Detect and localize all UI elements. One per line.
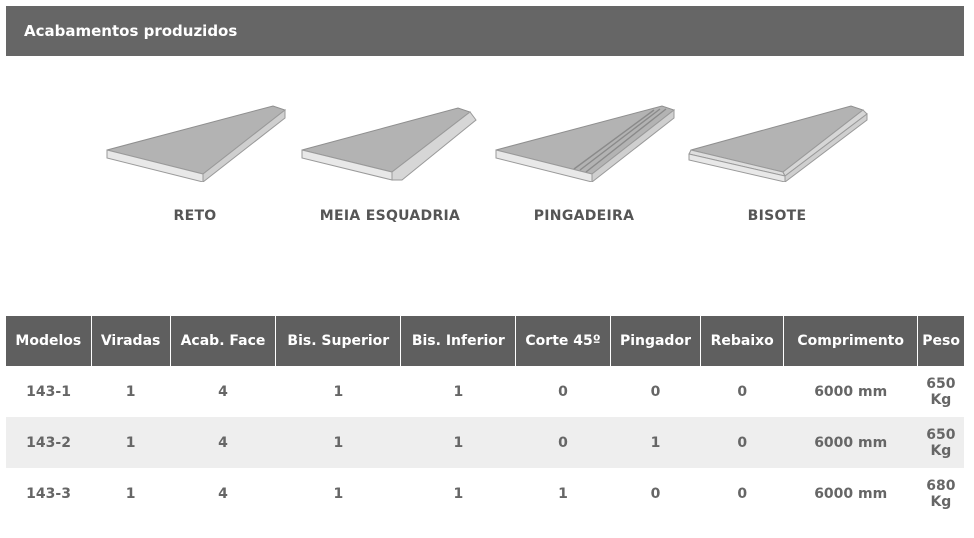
finish-label: BISOTE (747, 208, 807, 224)
column-header-corte-45: Corte 45º (515, 316, 611, 366)
cell-peso: 680 Kg (926, 477, 956, 510)
finish-bisote: BISOTE (677, 82, 877, 224)
cell-peso: 650 Kg (926, 375, 956, 408)
cell-pingador: 1 (610, 417, 701, 468)
cell-rebaixo: 0 (737, 383, 748, 400)
column-header-rebaixo: Rebaixo (700, 316, 785, 366)
cell-viradas: 1 (125, 383, 136, 400)
finish-meia-esquadria: MEIA ESQUADRIA (290, 82, 490, 224)
column-header-acab-face: Acab. Face (170, 316, 277, 366)
finish-label: PINGADEIRA (533, 208, 635, 224)
cell-viradas: 1 (125, 485, 136, 502)
cell-acab-face: 4 (218, 383, 228, 400)
column-header-pingador: Pingador (610, 316, 702, 366)
finish-label: MEIA ESQUADRIA (319, 208, 461, 224)
cell-viradas: 1 (91, 417, 171, 468)
cell-comprimento: 6000 mm (814, 383, 888, 400)
finish-reto: RETO (95, 82, 295, 224)
column-header-modelos: Modelos (6, 316, 92, 366)
cell-pingador: 0 (650, 485, 661, 502)
cell-modelo: 143-2 (6, 417, 92, 468)
cell-bis-inferior: 1 (453, 383, 464, 400)
column-header-bis-superior: Bis. Superior (275, 316, 402, 366)
cell-comprimento: 6000 mm (783, 417, 918, 468)
section-header: Acabamentos produzidos (6, 6, 964, 56)
finish-label: RETO (173, 208, 217, 224)
cell-corte-45: 0 (515, 417, 611, 468)
finish-pingadeira: PINGADEIRA (484, 82, 684, 224)
cell-bis-inferior: 1 (453, 485, 464, 502)
column-header-bis-inferior: Bis. Inferior (400, 316, 517, 366)
straight-edge-slab-icon (106, 105, 287, 182)
mitered-edge-slab-icon (301, 107, 477, 181)
table-header-row: Modelos Viradas Acab. Face Bis. Superior… (6, 316, 964, 366)
section-title: Acabamentos produzidos (24, 22, 238, 40)
finishes-gallery: RETO MEIA ESQUADRIA PINGADEIRA BISOTE (0, 56, 974, 256)
column-header-comprimento: Comprimento (783, 316, 919, 366)
column-header-viradas: Viradas (91, 316, 171, 366)
cell-acab-face: 4 (170, 417, 276, 468)
beveled-edge-slab-icon (688, 105, 868, 182)
table-row: 143-3 1 4 1 1 1 0 0 6000 mm 680 Kg (6, 468, 964, 519)
cell-rebaixo: 0 (700, 417, 784, 468)
cell-pingador: 0 (650, 383, 661, 400)
cell-corte-45: 0 (558, 383, 568, 400)
cell-modelo: 143-3 (26, 485, 71, 502)
cell-bis-superior: 1 (333, 383, 344, 400)
cell-bis-superior: 1 (275, 417, 401, 468)
cell-comprimento: 6000 mm (814, 485, 888, 502)
cell-acab-face: 4 (218, 485, 228, 502)
cell-peso: 650 Kg (917, 417, 964, 468)
specs-table: Modelos Viradas Acab. Face Bis. Superior… (6, 316, 964, 519)
cell-rebaixo: 0 (737, 485, 748, 502)
column-header-peso: Peso (917, 316, 964, 366)
cell-bis-superior: 1 (333, 485, 344, 502)
table-row: 143-1 1 4 1 1 0 0 0 6000 mm 650 Kg (6, 366, 964, 417)
drip-edge-slab-icon (495, 105, 676, 182)
cell-corte-45: 1 (558, 485, 568, 502)
cell-bis-inferior: 1 (400, 417, 516, 468)
cell-modelo: 143-1 (26, 383, 71, 400)
table-row: 143-2 1 4 1 1 0 1 0 6000 mm 650 Kg (6, 417, 964, 468)
